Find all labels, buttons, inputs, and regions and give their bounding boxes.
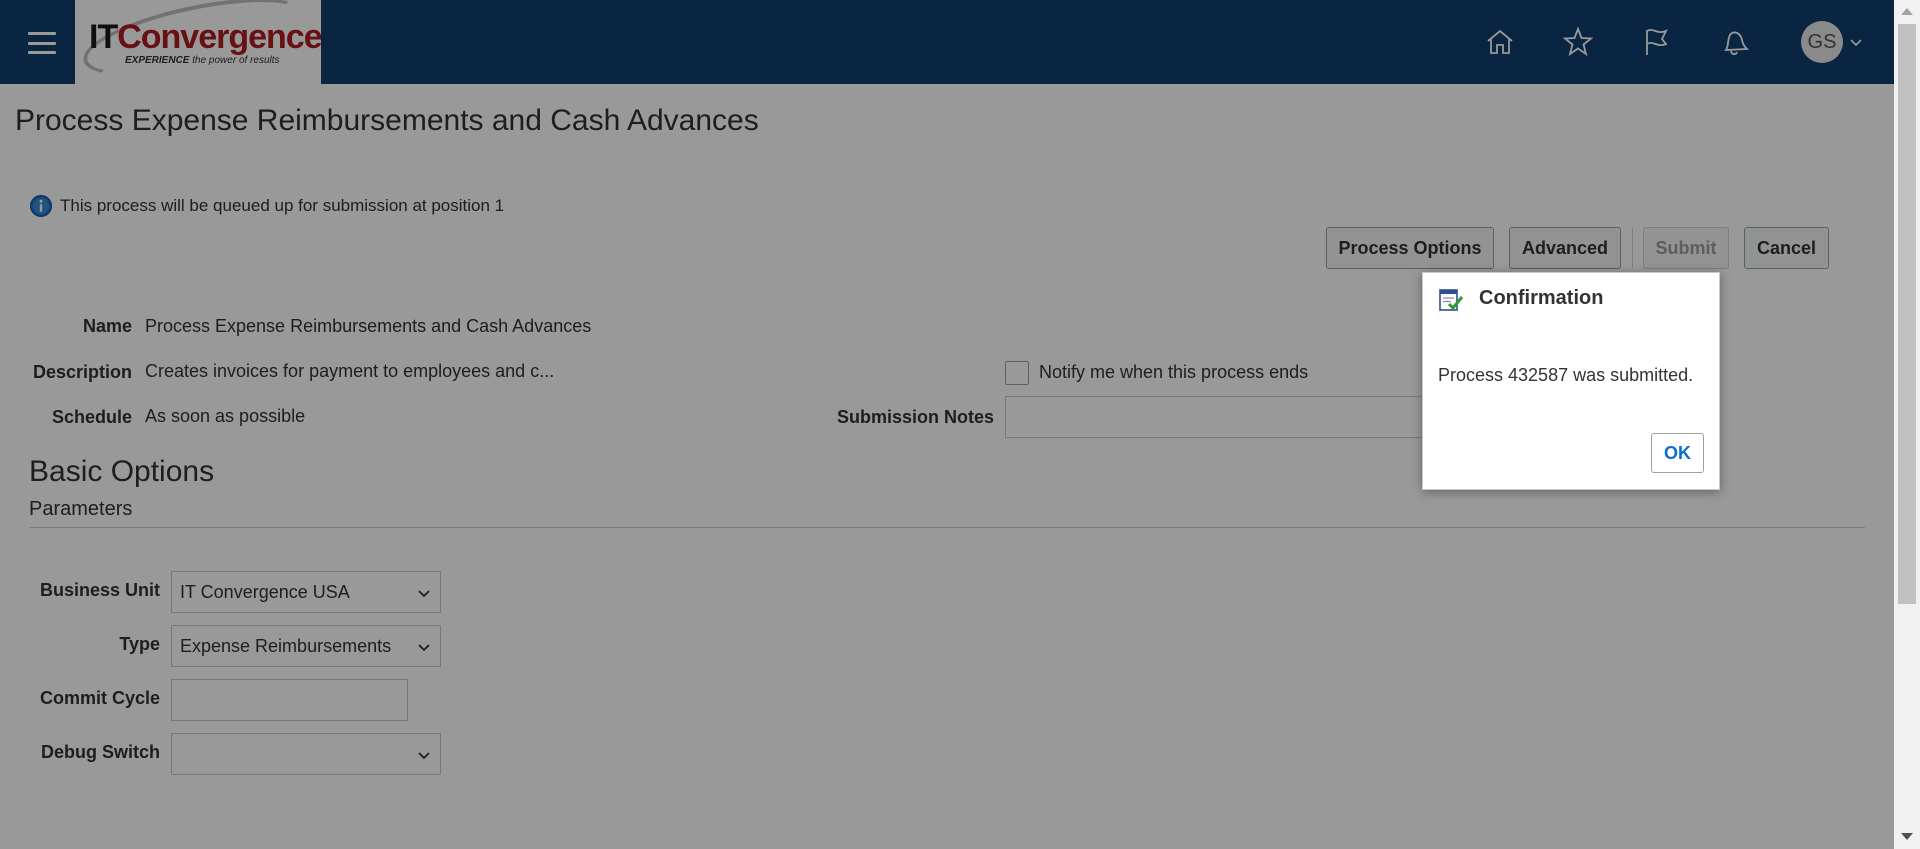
confirmation-icon bbox=[1439, 289, 1464, 311]
scroll-up-arrow-icon[interactable] bbox=[1901, 8, 1913, 15]
scroll-down-arrow-icon[interactable] bbox=[1901, 833, 1913, 840]
dialog-title: Confirmation bbox=[1479, 287, 1604, 309]
page-scrollbar[interactable] bbox=[1894, 0, 1920, 849]
ok-button[interactable]: OK bbox=[1651, 433, 1704, 473]
confirmation-dialog: Confirmation Process 432587 was submitte… bbox=[1422, 272, 1720, 490]
dialog-message: Process 432587 was submitted. bbox=[1438, 365, 1694, 385]
scrollbar-thumb[interactable] bbox=[1898, 24, 1916, 604]
